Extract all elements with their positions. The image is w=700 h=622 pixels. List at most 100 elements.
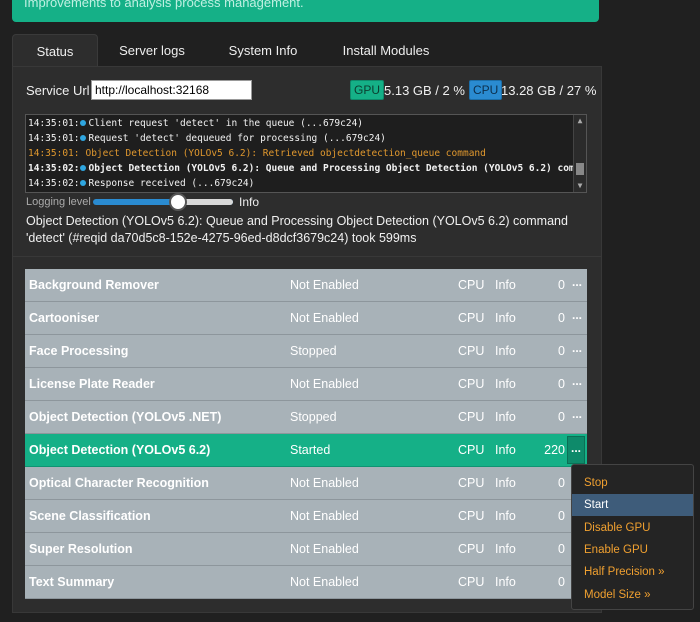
info-dot-icon bbox=[80, 120, 87, 126]
menu-item-enable-gpu[interactable]: Enable GPU bbox=[572, 539, 693, 561]
update-banner: Improvements to analysis process managem… bbox=[12, 0, 599, 22]
module-info-link[interactable]: Info bbox=[495, 278, 516, 292]
module-row[interactable]: Optical Character Recognition Not Enabled… bbox=[25, 467, 587, 500]
info-dot-icon bbox=[80, 165, 87, 171]
logging-level-slider[interactable] bbox=[93, 193, 233, 211]
menu-item-stop[interactable]: Stop bbox=[572, 472, 693, 494]
banner-text: Improvements to analysis process managem… bbox=[24, 0, 304, 10]
module-more-button[interactable]: ... bbox=[569, 271, 585, 297]
info-dot-icon bbox=[80, 180, 87, 186]
module-name: Background Remover bbox=[29, 278, 159, 292]
module-status: Stopped bbox=[290, 344, 337, 358]
module-request-count: 0 bbox=[558, 476, 565, 490]
module-info-link[interactable]: Info bbox=[495, 311, 516, 325]
module-processor: CPU bbox=[458, 377, 485, 391]
module-more-button[interactable]: ... bbox=[569, 337, 585, 363]
log-time: 14:35:01: bbox=[28, 148, 80, 159]
module-row[interactable]: Scene ClassificationNot EnabledCPUInfo0.… bbox=[25, 500, 587, 533]
gpu-stats: 5.13 GB / 2 % bbox=[384, 83, 465, 98]
cpu-stats: 13.28 GB / 27 % bbox=[501, 83, 597, 98]
module-processor: CPU bbox=[458, 509, 485, 523]
module-info-link[interactable]: Info bbox=[495, 575, 516, 589]
module-more-button[interactable]: ... bbox=[567, 436, 585, 464]
last-request-result: Object Detection (YOLOv5 6.2): Queue and… bbox=[26, 214, 568, 245]
log-line: 14:35:01: Client request 'detect' in the … bbox=[28, 116, 363, 131]
log-text: Object Detection (YOLOv5 6.2): Queue and… bbox=[88, 163, 587, 174]
module-row[interactable]: License Plate Reader Not Enabled CPU Info 0.… bbox=[25, 368, 587, 401]
scroll-thumb[interactable] bbox=[576, 163, 584, 175]
log-time: 14:35:02: bbox=[28, 178, 80, 189]
module-status: Started bbox=[290, 443, 331, 457]
module-info-link[interactable]: Info bbox=[495, 476, 516, 490]
tab-install-modules[interactable]: Install Modules bbox=[330, 34, 442, 67]
service-url-label: Service Url bbox=[26, 83, 90, 98]
module-request-count: 0 bbox=[558, 311, 565, 325]
module-status: Stopped bbox=[290, 410, 337, 424]
log-line: 14:35:01: Object Detection (YOLOv5 6.2): … bbox=[28, 146, 486, 161]
module-request-count: 0 bbox=[558, 377, 565, 391]
module-processor: CPU bbox=[458, 410, 485, 424]
menu-item-start[interactable]: Start bbox=[572, 494, 693, 517]
tab-server-logs[interactable]: Server logs bbox=[104, 34, 200, 67]
log-time: 14:35:01: bbox=[28, 133, 80, 144]
logging-level-label: Logging level bbox=[26, 196, 91, 208]
module-processor: CPU bbox=[458, 542, 485, 556]
scroll-down-icon[interactable]: ▼ bbox=[574, 180, 586, 192]
module-row[interactable]: Face Processing Stopped CPU Info 0... bbox=[25, 335, 587, 368]
module-row[interactable]: Super ResolutionNot EnabledCPUInfo0... bbox=[25, 533, 587, 566]
module-actions-menu: Stop Start Disable GPU Enable GPU Half Preci… bbox=[571, 464, 694, 610]
slider-knob[interactable] bbox=[169, 193, 187, 211]
module-info-link[interactable]: Info bbox=[495, 542, 516, 556]
menu-item-model-size[interactable]: Model Size » bbox=[572, 584, 693, 606]
module-row[interactable]: Cartooniser Not Enabled CPU Info 0... bbox=[25, 302, 587, 335]
service-url-input[interactable] bbox=[91, 80, 252, 100]
menu-item-disable-gpu[interactable]: Disable GPU bbox=[572, 517, 693, 539]
module-name: Text Summary bbox=[29, 575, 115, 589]
module-processor: CPU bbox=[458, 278, 485, 292]
module-info-link[interactable]: Info bbox=[495, 509, 516, 523]
module-request-count: 0 bbox=[558, 509, 565, 523]
log-text: Object Detection (YOLOv5 6.2): Retrieved… bbox=[85, 148, 486, 159]
module-name: Cartooniser bbox=[29, 311, 100, 325]
module-info-link[interactable]: Info bbox=[495, 410, 516, 424]
logging-level-value: Info bbox=[239, 195, 260, 209]
tab-status[interactable]: Status bbox=[12, 34, 98, 68]
module-processor: CPU bbox=[458, 476, 485, 490]
log-text: Request 'detect' dequeued for processing… bbox=[88, 133, 386, 144]
modules-panel: Background Remover Not Enabled CPU Info 0...… bbox=[12, 256, 602, 613]
module-processor: CPU bbox=[458, 575, 485, 589]
module-info-link[interactable]: Info bbox=[495, 377, 516, 391]
module-status: Not Enabled bbox=[290, 575, 359, 589]
module-name: Face Processing bbox=[29, 344, 129, 358]
module-processor: CPU bbox=[458, 443, 485, 457]
menu-item-half-precision[interactable]: Half Precision » bbox=[572, 561, 693, 583]
module-row[interactable]: Text SummaryNot EnabledCPUInfo0... bbox=[25, 566, 587, 599]
module-status: Not Enabled bbox=[290, 278, 359, 292]
tab-system-info[interactable]: System Info bbox=[216, 34, 310, 67]
module-name: Object Detection (YOLOv5 .NET) bbox=[29, 410, 222, 424]
module-processor: CPU bbox=[458, 344, 485, 358]
module-info-link[interactable]: Info bbox=[495, 344, 516, 358]
module-name: Optical Character Recognition bbox=[29, 476, 209, 490]
module-row[interactable]: Background Remover Not Enabled CPU Info 0... bbox=[25, 269, 587, 302]
info-dot-icon bbox=[80, 135, 87, 141]
log-scrollbar[interactable]: ▲ ▼ bbox=[573, 115, 586, 192]
module-request-count: 0 bbox=[558, 344, 565, 358]
module-more-button[interactable]: ... bbox=[569, 403, 585, 429]
module-name: Super Resolution bbox=[29, 542, 133, 556]
module-status: Not Enabled bbox=[290, 311, 359, 325]
scroll-up-icon[interactable]: ▲ bbox=[574, 115, 586, 127]
log-line: 14:35:01: Request 'detect' dequeued for p… bbox=[28, 131, 386, 146]
module-name: Object Detection (YOLOv5 6.2) bbox=[29, 443, 211, 457]
module-row[interactable]: Object Detection (YOLOv5 .NET) Stopped CPU… bbox=[25, 401, 587, 434]
module-more-button[interactable]: ... bbox=[569, 304, 585, 330]
module-row[interactable]: Object Detection (YOLOv5 6.2) Started CPU I… bbox=[25, 434, 587, 467]
module-request-count: 220 bbox=[544, 443, 565, 457]
log-console[interactable]: 14:35:01: Client request 'detect' in the … bbox=[25, 114, 587, 193]
module-status: Not Enabled bbox=[290, 476, 359, 490]
module-info-link[interactable]: Info bbox=[495, 443, 516, 457]
module-status: Not Enabled bbox=[290, 377, 359, 391]
log-time: 14:35:01: bbox=[28, 118, 80, 129]
module-request-count: 0 bbox=[558, 410, 565, 424]
module-more-button[interactable]: ... bbox=[569, 370, 585, 396]
